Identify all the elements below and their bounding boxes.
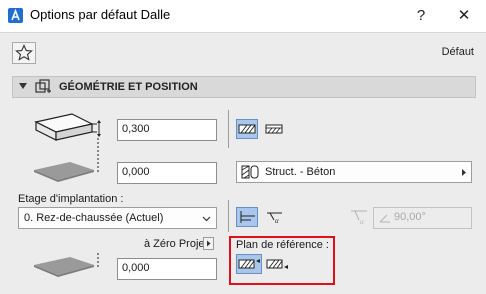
- collapse-caret-icon[interactable]: [19, 83, 27, 89]
- slab-thickness-diagram: [34, 113, 101, 160]
- floor-select[interactable]: 0. Rez-de-chaussée (Actuel): [18, 207, 217, 229]
- close-button[interactable]: ✕: [451, 3, 477, 29]
- project-zero-menu-button[interactable]: [203, 237, 214, 250]
- floor-label: Etage d'implantation :: [18, 193, 124, 205]
- edge-perpendicular-button[interactable]: [236, 207, 258, 227]
- perpendicular-edge-icon: [240, 211, 255, 223]
- structure-type-icon: [241, 165, 259, 179]
- top-offset-diagram: [34, 158, 99, 182]
- window-title: Options par défaut Dalle: [30, 7, 171, 22]
- angled-edge-icon: α: [267, 212, 282, 225]
- triangle-right-icon: [462, 169, 466, 176]
- hatch-layers-icon: [265, 124, 283, 134]
- help-button[interactable]: ?: [408, 3, 434, 29]
- angle-disabled-icon: α: [351, 210, 367, 226]
- svg-text:α: α: [360, 218, 364, 226]
- section-title: GÉOMÉTRIE ET POSITION: [59, 81, 198, 93]
- bottom-offset-diagram: [34, 253, 99, 277]
- angle-input[interactable]: 90,00°: [373, 207, 472, 229]
- svg-text:α: α: [275, 217, 279, 225]
- column-separator: [228, 110, 229, 148]
- favorites-button[interactable]: [12, 42, 36, 64]
- geometry-position-icon: [35, 79, 51, 93]
- highlight-box: [229, 236, 335, 285]
- hatch-pattern-icon: [238, 124, 256, 134]
- hatch-outline-button[interactable]: [263, 119, 285, 139]
- bottom-offset-input[interactable]: 0,000: [117, 258, 217, 280]
- section-header-geometry[interactable]: GÉOMÉTRIE ET POSITION: [12, 76, 476, 98]
- structure-select[interactable]: Struct. - Béton: [236, 161, 472, 183]
- chevron-down-icon: [202, 216, 211, 222]
- project-zero-label: à Zéro Projet: [144, 238, 208, 250]
- archicad-app-icon: [8, 8, 23, 23]
- edge-angled-button[interactable]: α: [263, 207, 285, 227]
- top-offset-input[interactable]: 0,000: [117, 162, 217, 184]
- structure-value: Struct. - Béton: [265, 166, 336, 178]
- default-label: Défaut: [441, 46, 474, 58]
- triangle-right-icon: [207, 240, 211, 247]
- angle-icon: [379, 214, 390, 223]
- star-icon: [15, 44, 33, 61]
- angle-value: 90,00°: [394, 211, 426, 223]
- hatch-full-button[interactable]: [236, 119, 258, 139]
- thickness-input[interactable]: 0,300: [117, 119, 217, 141]
- column-separator: [228, 200, 229, 232]
- floor-select-value: 0. Rez-de-chaussée (Actuel): [24, 212, 164, 224]
